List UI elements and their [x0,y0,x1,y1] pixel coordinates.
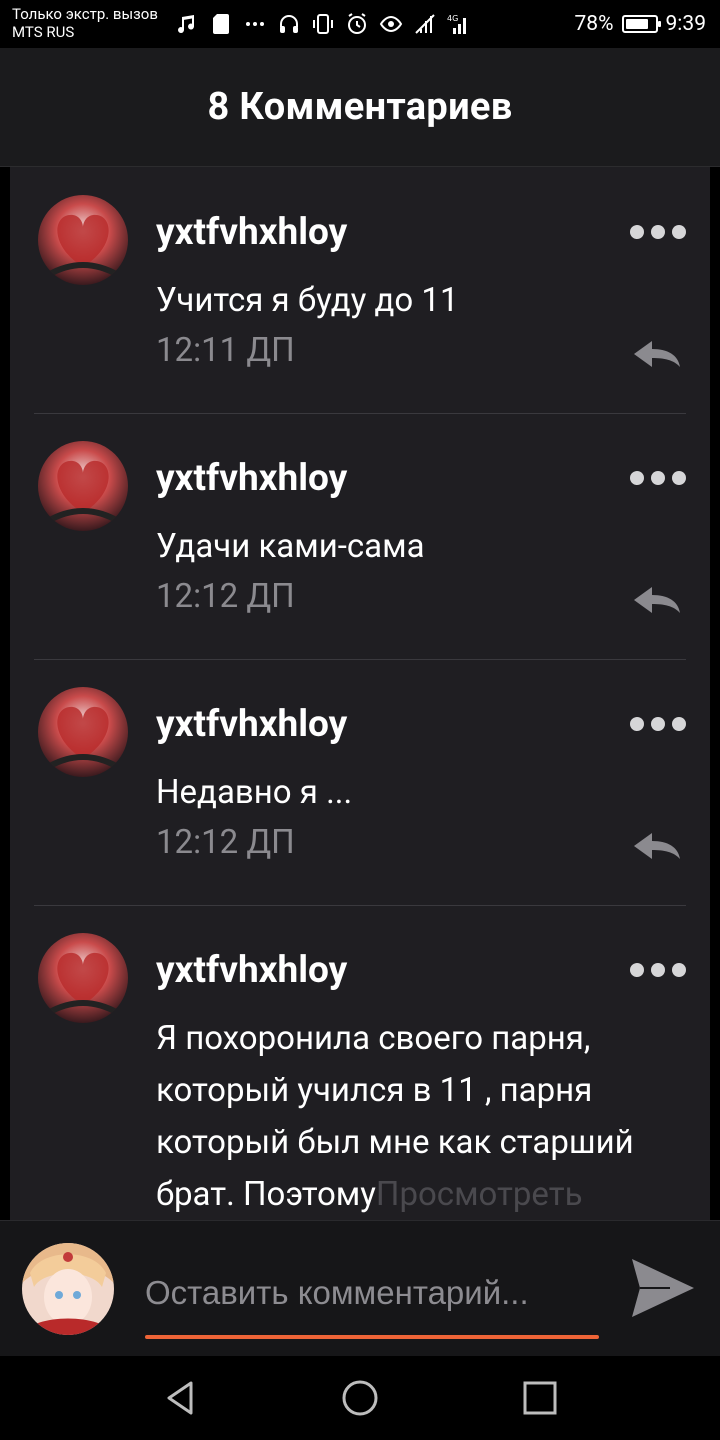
comment-username[interactable]: yxtfvhxhloy [156,703,347,746]
more-notifications-icon [243,12,267,36]
comment-username[interactable]: yxtfvhxhloy [156,211,347,254]
reply-icon[interactable] [632,831,682,861]
comment-text: Недавно я ... [156,773,353,812]
status-bar: Только экстр. вызов MTS RUS 4G 78% 9:39 [0,0,720,48]
avatar[interactable] [38,687,128,777]
user-avatar[interactable] [22,1243,114,1335]
reply-icon[interactable] [632,585,682,615]
input-underline [145,1335,599,1339]
headset-icon [277,12,301,36]
comment-username[interactable]: yxtfvhxhloy [156,457,347,500]
avatar[interactable] [38,195,128,285]
more-options-icon[interactable] [630,717,686,731]
back-icon[interactable] [160,1378,200,1418]
more-options-icon[interactable] [630,471,686,485]
sd-card-icon [209,12,233,36]
comment-time: 12:11 ДП [156,331,295,370]
comments-header: 8 Комментариев [0,48,720,167]
signal-4g-icon: 4G [447,12,471,36]
more-options-icon[interactable] [630,225,686,239]
music-icon [175,12,199,36]
comment-input[interactable] [145,1255,599,1331]
comment-item[interactable]: yxtfvhxhloy Учится я буду до 11 12:11 ДП [10,167,710,413]
reply-icon[interactable] [632,339,682,369]
send-icon[interactable] [630,1257,696,1319]
clock: 9:39 [665,12,707,36]
home-icon[interactable] [340,1378,380,1418]
comment-username[interactable]: yxtfvhxhloy [156,949,347,992]
alarm-icon [345,12,369,36]
page-title: 8 Комментариев [207,85,513,129]
comment-text: Учится я буду до 11 [156,281,459,320]
comment-composer [0,1220,720,1357]
carrier-line-1: Только экстр. вызов [12,5,158,23]
carrier-info: Только экстр. вызов MTS RUS [12,5,158,41]
comment-item[interactable]: yxtfvhxhloy Недавно я ... 12:12 ДП [10,659,710,905]
more-options-icon[interactable] [630,963,686,977]
comment-text: Я похоронила своего парня, который училс… [156,1013,696,1220]
comment-item[interactable]: yxtfvhxhloy Удачи ками-сама 12:12 ДП [10,413,710,659]
comment-time: 12:12 ДП [156,577,295,616]
comment-item[interactable]: yxtfvhxhloy Я похоронила своего парня, к… [10,905,710,1220]
vibrate-icon [311,12,335,36]
battery-icon [621,15,661,33]
view-more-link[interactable]: Просмотреть [376,1175,583,1214]
svg-text:4G: 4G [447,14,458,23]
avatar[interactable] [38,441,128,531]
eye-comfort-icon [379,12,403,36]
comments-list[interactable]: yxtfvhxhloy Учится я буду до 11 12:11 ДП… [10,167,710,1220]
carrier-line-2: MTS RUS [12,23,75,41]
battery-percent: 78% [574,12,614,36]
comment-text: Удачи ками-сама [156,527,425,566]
comment-time: 12:12 ДП [156,823,295,862]
system-nav-bar [0,1356,720,1440]
no-signal-icon [413,12,437,36]
recent-apps-icon[interactable] [520,1378,560,1418]
avatar[interactable] [38,933,128,1023]
